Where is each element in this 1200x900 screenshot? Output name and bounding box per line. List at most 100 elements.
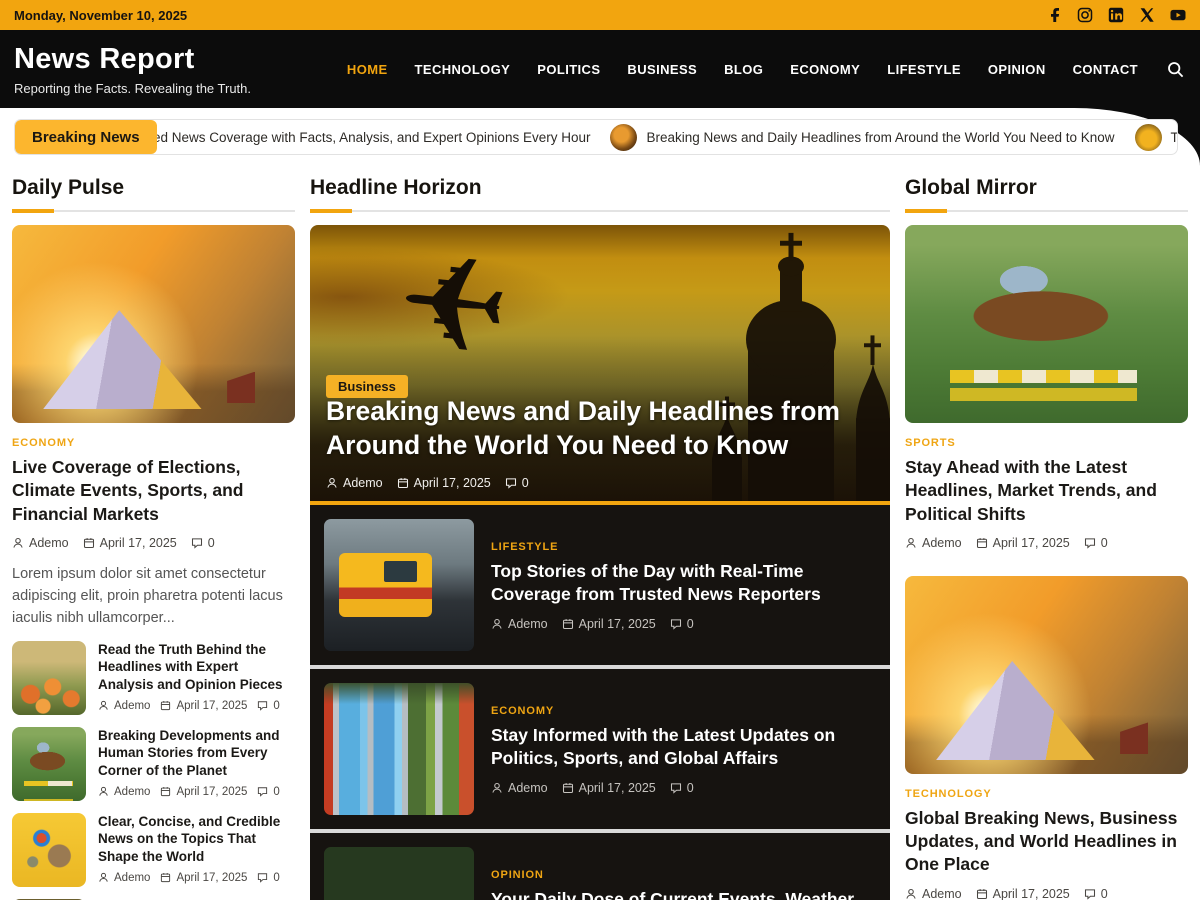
post-title[interactable]: Clear, Concise, and Credible News on the… bbox=[98, 813, 295, 866]
list-item-thumbnail[interactable] bbox=[12, 641, 86, 715]
comment-icon bbox=[257, 700, 268, 711]
calendar-icon bbox=[83, 537, 95, 549]
post-title[interactable]: Global Breaking News, Business Updates, … bbox=[905, 807, 1188, 877]
social-links bbox=[1046, 7, 1186, 23]
featured-article: ECONOMY Live Coverage of Elections, Clim… bbox=[12, 225, 295, 629]
list-item: LIFESTYLE Top Stories of the Day with Re… bbox=[310, 505, 890, 665]
facebook-icon[interactable] bbox=[1046, 7, 1062, 23]
ticker-item-text[interactable]: Top Stories of the Day with Real-Time Co… bbox=[1171, 130, 1179, 145]
comment-icon bbox=[257, 872, 268, 883]
category-link[interactable]: LIFESTYLE bbox=[491, 541, 876, 553]
person-icon bbox=[491, 782, 503, 794]
category-link[interactable]: SPORTS bbox=[905, 437, 1188, 449]
instagram-icon[interactable] bbox=[1077, 7, 1093, 23]
person-icon bbox=[98, 786, 109, 797]
post-meta: Ademo April 17, 2025 0 bbox=[98, 700, 295, 712]
post-title[interactable]: Breaking Developments and Human Stories … bbox=[98, 727, 295, 780]
nav-technology[interactable]: TECHNOLOGY bbox=[415, 62, 511, 77]
search-icon[interactable] bbox=[1167, 61, 1184, 78]
comment-icon bbox=[670, 782, 682, 794]
list-item-thumbnail[interactable] bbox=[12, 813, 86, 887]
post-meta: Ademo April 17, 2025 0 bbox=[98, 872, 295, 884]
main-nav: HOME TECHNOLOGY POLITICS BUSINESS BLOG E… bbox=[347, 61, 1184, 78]
section-rule bbox=[310, 210, 890, 212]
hero-title[interactable]: Breaking News and Daily Headlines from A… bbox=[326, 395, 874, 463]
nav-business[interactable]: BUSINESS bbox=[627, 62, 697, 77]
ticker-item[interactable]: Unbiased News Coverage with Facts, Analy… bbox=[111, 130, 590, 145]
author-meta: Ademo bbox=[12, 536, 69, 550]
ticker-item[interactable]: Breaking News and Daily Headlines from A… bbox=[610, 124, 1114, 151]
section-rule bbox=[905, 210, 1188, 212]
ticker-curved-panel: Breaking News Unbiased News Coverage wit… bbox=[0, 108, 1200, 166]
site-branding[interactable]: News Report Reporting the Facts. Reveali… bbox=[14, 43, 251, 96]
person-icon bbox=[12, 537, 24, 549]
x-icon[interactable] bbox=[1139, 7, 1155, 23]
calendar-icon bbox=[976, 537, 988, 549]
section-title-global-mirror: Global Mirror bbox=[905, 176, 1188, 200]
linkedin-icon[interactable] bbox=[1108, 7, 1124, 23]
list-item-thumbnail[interactable] bbox=[12, 727, 86, 801]
ticker-item-text[interactable]: Unbiased News Coverage with Facts, Analy… bbox=[111, 130, 590, 145]
calendar-icon bbox=[397, 477, 409, 489]
post-meta: Ademo April 17, 2025 0 bbox=[491, 617, 876, 631]
calendar-icon bbox=[976, 888, 988, 900]
nav-contact[interactable]: CONTACT bbox=[1073, 62, 1138, 77]
comments-meta: 0 bbox=[191, 536, 215, 550]
topbar: Monday, November 10, 2025 bbox=[0, 0, 1200, 30]
person-icon bbox=[326, 477, 338, 489]
list-item: Clear, Concise, and Credible News on the… bbox=[12, 813, 295, 887]
post-title[interactable]: Stay Ahead with the Latest Headlines, Ma… bbox=[905, 456, 1188, 526]
youtube-icon[interactable] bbox=[1170, 7, 1186, 23]
person-icon bbox=[491, 618, 503, 630]
current-date: Monday, November 10, 2025 bbox=[14, 8, 187, 23]
comment-icon bbox=[1084, 888, 1096, 900]
ticker-thumb-truck bbox=[1135, 124, 1162, 151]
nav-opinion[interactable]: OPINION bbox=[988, 62, 1046, 77]
category-link[interactable]: ECONOMY bbox=[12, 437, 295, 449]
site-title[interactable]: News Report bbox=[14, 43, 251, 76]
article-image[interactable] bbox=[905, 576, 1188, 774]
person-icon bbox=[905, 888, 917, 900]
list-item-thumbnail[interactable] bbox=[324, 683, 474, 815]
post-title[interactable]: Stay Informed with the Latest Updates on… bbox=[491, 724, 876, 771]
post-title[interactable]: Top Stories of the Day with Real-Time Co… bbox=[491, 560, 876, 607]
article-image[interactable] bbox=[905, 225, 1188, 423]
post-meta: Ademo April 17, 2025 0 bbox=[12, 536, 295, 550]
airplane-silhouette: ✈ bbox=[390, 225, 516, 388]
nav-home[interactable]: HOME bbox=[347, 62, 388, 77]
post-title[interactable]: Live Coverage of Elections, Climate Even… bbox=[12, 456, 295, 526]
featured-article-image[interactable] bbox=[12, 225, 295, 423]
post-title[interactable]: Your Daily Dose of Current Events, Weath… bbox=[491, 888, 876, 900]
post-meta: Ademo April 17, 2025 0 bbox=[491, 781, 876, 795]
person-icon bbox=[98, 700, 109, 711]
ticker-section: Breaking News Unbiased News Coverage wit… bbox=[0, 108, 1200, 166]
comment-icon bbox=[191, 537, 203, 549]
list-item: OPINION Your Daily Dose of Current Event… bbox=[310, 833, 890, 900]
nav-economy[interactable]: ECONOMY bbox=[790, 62, 860, 77]
hero-meta: Ademo April 17, 2025 0 bbox=[326, 476, 529, 490]
post-title[interactable]: Read the Truth Behind the Headlines with… bbox=[98, 641, 295, 694]
list-item-thumbnail[interactable] bbox=[324, 847, 474, 900]
ticker-item-text[interactable]: Breaking News and Daily Headlines from A… bbox=[646, 130, 1114, 145]
list-item: ECONOMY Stay Informed with the Latest Up… bbox=[310, 669, 890, 829]
section-rule bbox=[12, 210, 295, 212]
post-meta: Ademo April 17, 2025 0 bbox=[905, 887, 1188, 900]
hero-article[interactable]: ✈ Business Breaking News and Daily bbox=[310, 225, 890, 505]
calendar-icon bbox=[562, 782, 574, 794]
ticker-item[interactable]: Top Stories of the Day with Real-Time Co… bbox=[1135, 124, 1179, 151]
site-tagline: Reporting the Facts. Revealing the Truth… bbox=[14, 81, 251, 96]
post-excerpt: Lorem ipsum dolor sit amet consectetur a… bbox=[12, 563, 295, 629]
person-icon bbox=[98, 872, 109, 883]
nav-lifestyle[interactable]: LIFESTYLE bbox=[887, 62, 961, 77]
main-content: Daily Pulse ECONOMY Live Coverage of Ele… bbox=[0, 166, 1200, 900]
nav-blog[interactable]: BLOG bbox=[724, 62, 763, 77]
category-link[interactable]: OPINION bbox=[491, 869, 876, 881]
calendar-icon bbox=[160, 786, 171, 797]
category-link[interactable]: ECONOMY bbox=[491, 705, 876, 717]
list-item-thumbnail[interactable] bbox=[324, 519, 474, 651]
category-link[interactable]: TECHNOLOGY bbox=[905, 788, 1188, 800]
nav-politics[interactable]: POLITICS bbox=[537, 62, 600, 77]
site-header: News Report Reporting the Facts. Reveali… bbox=[0, 30, 1200, 108]
post-meta: Ademo April 17, 2025 0 bbox=[98, 786, 295, 798]
ticker-thumb-plane bbox=[610, 124, 637, 151]
